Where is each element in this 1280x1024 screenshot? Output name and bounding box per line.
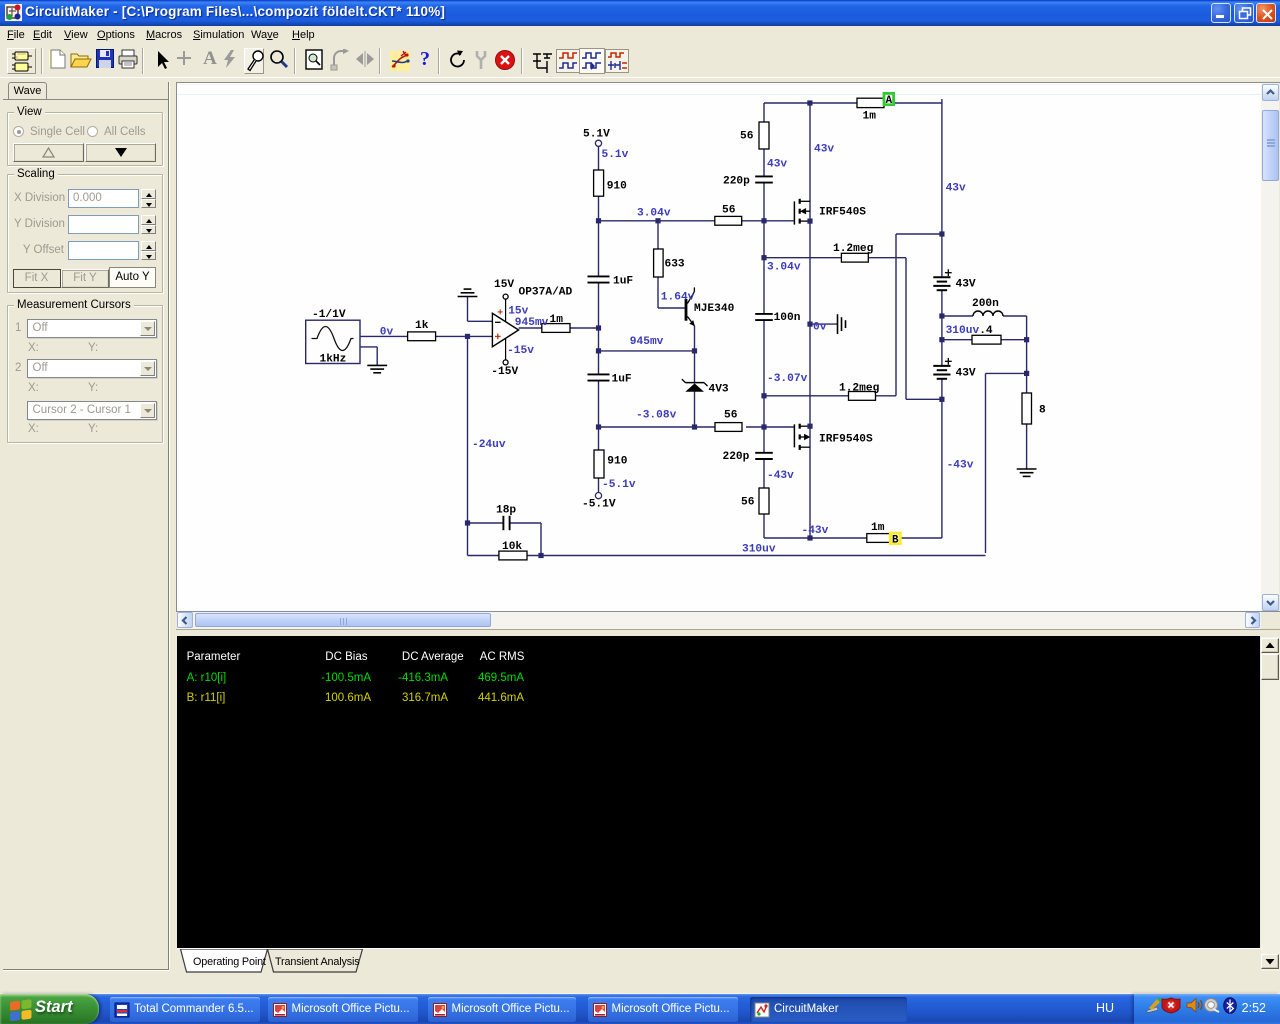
svg-text:310uv: 310uv: [946, 325, 980, 337]
svg-text:3.04v: 3.04v: [637, 208, 671, 220]
svg-text:0v: 0v: [813, 322, 827, 334]
svg-text:945mv: 945mv: [630, 336, 664, 348]
svg-text:0v: 0v: [380, 326, 394, 338]
svg-text:43V: 43V: [956, 279, 976, 291]
svg-text:220p: 220p: [723, 175, 750, 187]
svg-text:1m: 1m: [550, 314, 564, 326]
svg-text:-24uv: -24uv: [472, 439, 506, 451]
svg-text:4V3: 4V3: [709, 384, 729, 396]
svg-text:56: 56: [741, 496, 755, 508]
svg-text:-3.08v: -3.08v: [636, 410, 677, 422]
svg-text:100n: 100n: [774, 312, 801, 324]
svg-text:1uF: 1uF: [613, 276, 633, 288]
svg-text:1.2meg: 1.2meg: [833, 243, 874, 255]
svg-text:-3.07v: -3.07v: [767, 373, 808, 385]
svg-text:1m: 1m: [863, 111, 877, 123]
svg-text:5.1v: 5.1v: [602, 149, 629, 161]
svg-text:B: B: [892, 534, 899, 546]
svg-text:.4: .4: [979, 325, 993, 337]
svg-text:43v: 43v: [814, 144, 834, 156]
svg-text:IRF9540S: IRF9540S: [819, 433, 873, 445]
svg-text:15v: 15v: [508, 306, 528, 318]
svg-text:-15V: -15V: [491, 366, 518, 378]
svg-text:910: 910: [607, 456, 627, 468]
svg-text:8: 8: [1039, 404, 1046, 416]
svg-text:1m: 1m: [871, 522, 885, 534]
svg-text:OP37A/AD: OP37A/AD: [519, 287, 573, 299]
svg-text:56: 56: [740, 131, 754, 143]
svg-text:43V: 43V: [956, 367, 976, 379]
svg-text:-5.1V: -5.1V: [582, 499, 616, 511]
svg-text:1k: 1k: [415, 320, 429, 332]
svg-text:56: 56: [722, 204, 736, 216]
svg-text:43v: 43v: [767, 159, 787, 171]
svg-text:-43v: -43v: [767, 470, 794, 482]
svg-text:310uv: 310uv: [742, 543, 776, 555]
svg-text:200n: 200n: [972, 298, 999, 310]
svg-text:IRF540S: IRF540S: [819, 206, 866, 218]
svg-text:MJE340: MJE340: [694, 303, 735, 315]
svg-text:56: 56: [724, 409, 738, 421]
svg-text:A: A: [886, 95, 893, 107]
svg-text:-1/1V: -1/1V: [312, 309, 346, 321]
svg-text:15V: 15V: [494, 279, 514, 291]
svg-text:-43v: -43v: [802, 525, 829, 537]
svg-text:43v: 43v: [946, 183, 966, 195]
svg-text:1kHz: 1kHz: [320, 354, 347, 366]
svg-text:18p: 18p: [496, 504, 516, 516]
svg-text:-5.1v: -5.1v: [602, 479, 636, 491]
svg-text:1.64v: 1.64v: [661, 292, 695, 304]
svg-text:5.1V: 5.1V: [583, 128, 610, 140]
svg-text:910: 910: [607, 181, 627, 193]
svg-text:945mv: 945mv: [515, 317, 549, 329]
svg-text:10k: 10k: [502, 541, 522, 553]
svg-text:220p: 220p: [723, 451, 750, 463]
svg-text:-43v: -43v: [947, 460, 974, 472]
svg-text:3.04v: 3.04v: [767, 262, 801, 274]
svg-text:-15v: -15v: [507, 345, 534, 357]
svg-text:1.2meg: 1.2meg: [839, 382, 880, 394]
svg-text:633: 633: [665, 259, 685, 271]
svg-text:1uF: 1uF: [612, 373, 632, 385]
